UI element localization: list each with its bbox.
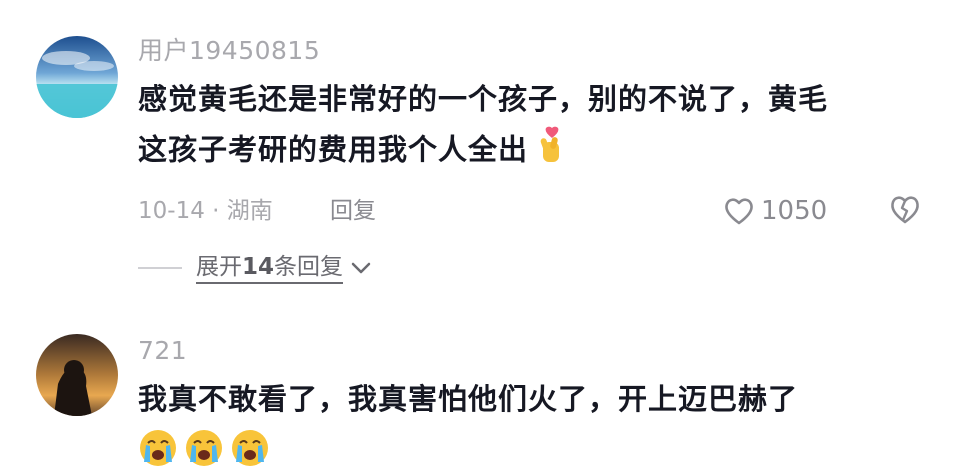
like-button[interactable]: 1050 — [723, 191, 827, 231]
broken-heart-icon — [891, 196, 919, 224]
like-count: 1050 — [761, 196, 828, 226]
heart-outline-icon — [725, 198, 753, 225]
crying-face-emoji-icon — [232, 430, 268, 466]
expand-suffix: 条回复 — [274, 254, 344, 280]
crying-face-emoji-icon — [186, 430, 222, 466]
comment-text-line: 感觉黄毛还是非常好的一个孩子，别的不说了，黄毛 — [138, 82, 829, 116]
expand-count: 14 — [242, 254, 275, 280]
reply-button[interactable]: 回复 — [330, 191, 376, 231]
comment-text: 我真不敢看了，我真害怕他们火了，开上迈巴赫了 — [138, 374, 930, 424]
avatar[interactable] — [36, 334, 118, 416]
comment-meta: 10-14 · 湖南 回复 1050 — [138, 191, 930, 231]
comment-text-line: 这孩子考研的费用我个人全出 — [138, 124, 930, 179]
comment-text-line-2: 这孩子考研的费用我个人全出 — [138, 132, 529, 167]
expand-replies-button[interactable]: 展开14条回复 — [138, 252, 373, 284]
avatar[interactable] — [36, 36, 118, 118]
chevron-down-icon — [351, 262, 371, 274]
comment-username[interactable]: 721 — [138, 336, 930, 366]
expand-prefix: 展开 — [196, 254, 242, 280]
finger-heart-emoji-icon — [536, 124, 566, 179]
expand-replies-label: 展开14条回复 — [196, 252, 344, 284]
comment-text: 感觉黄毛还是非常好的一个孩子，别的不说了，黄毛 这孩子考研的费用我个人全出 — [138, 74, 930, 179]
divider-line — [138, 267, 182, 269]
comment-text-line: 我真不敢看了，我真害怕他们火了，开上迈巴赫了 — [138, 382, 799, 416]
dislike-button[interactable] — [888, 193, 922, 238]
comment-date-location: 10-14 · 湖南 — [138, 198, 273, 224]
crying-face-emoji-icon — [140, 430, 176, 466]
comment-username[interactable]: 用户19450815 — [138, 36, 930, 66]
emoji-row — [138, 428, 930, 468]
